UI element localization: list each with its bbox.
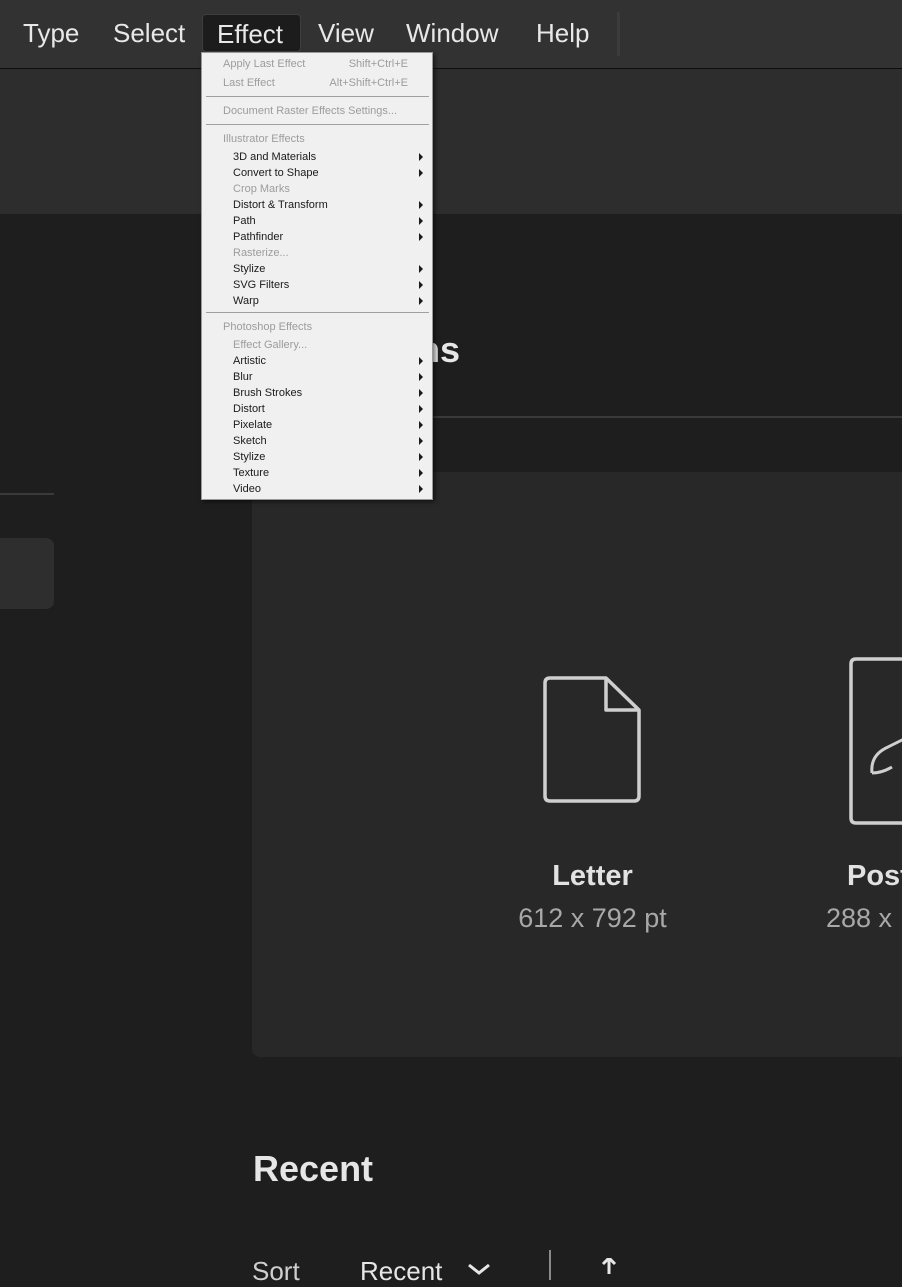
menu-item-stylize-photoshop[interactable]: Stylize xyxy=(202,449,432,465)
menu-item-label: Brush Strokes xyxy=(233,387,303,399)
menu-item-svg-filters[interactable]: SVG Filters xyxy=(202,277,432,293)
submenu-arrow-icon xyxy=(419,453,423,461)
menu-separator xyxy=(206,312,429,313)
menu-header-label: Photoshop Effects xyxy=(223,321,313,333)
menu-item-label: Texture xyxy=(233,467,270,479)
submenu-arrow-icon xyxy=(419,217,423,225)
postcard-brush-icon xyxy=(849,657,902,825)
submenu-arrow-icon xyxy=(419,389,423,397)
menubar-divider xyxy=(617,12,620,56)
menu-item-label: Pathfinder xyxy=(233,231,284,243)
sort-label: Sort xyxy=(252,1256,300,1286)
menu-item-label: Crop Marks xyxy=(233,183,290,195)
menu-item-label: Video xyxy=(233,483,261,495)
preset-letter-name: Letter xyxy=(552,860,633,892)
menu-item-label: Convert to Shape xyxy=(233,167,319,179)
sort-divider xyxy=(549,1250,551,1280)
menu-item-distort-transform[interactable]: Distort & Transform xyxy=(202,197,432,213)
submenu-arrow-icon xyxy=(419,201,423,209)
sort-direction-icon[interactable] xyxy=(600,1258,618,1274)
menu-item-warp[interactable]: Warp xyxy=(202,293,432,309)
menu-item-distort[interactable]: Distort xyxy=(202,401,432,417)
menu-item-label: Stylize xyxy=(233,263,266,275)
preset-postcard-card[interactable]: Post 288 x xyxy=(820,655,902,945)
preset-letter-size: 612 x 792 pt xyxy=(518,903,667,933)
document-icon xyxy=(543,676,641,803)
menu-window[interactable]: Window xyxy=(406,14,498,52)
effect-menu-dropdown: Apply Last Effect Shift+Ctrl+E Last Effe… xyxy=(201,52,433,500)
menu-item-label: Rasterize... xyxy=(233,247,289,259)
preset-postcard-name: Post xyxy=(847,860,902,892)
menu-item-shortcut: Alt+Shift+Ctrl+E xyxy=(329,77,408,89)
menu-item-texture[interactable]: Texture xyxy=(202,465,432,481)
submenu-arrow-icon xyxy=(419,153,423,161)
menu-item-label: Distort & Transform xyxy=(233,199,328,211)
submenu-arrow-icon xyxy=(419,281,423,289)
recent-title: Recent xyxy=(253,1148,374,1189)
menu-item-blur[interactable]: Blur xyxy=(202,369,432,385)
menu-separator xyxy=(206,124,429,125)
menu-select[interactable]: Select xyxy=(113,14,185,52)
submenu-arrow-icon xyxy=(419,405,423,413)
menu-item-stylize[interactable]: Stylize xyxy=(202,261,432,277)
menu-header-illustrator-effects: Illustrator Effects xyxy=(202,131,432,147)
menu-item-label: Path xyxy=(233,215,256,227)
submenu-arrow-icon xyxy=(419,233,423,241)
menu-item-label: Artistic xyxy=(233,355,266,367)
menu-item-label: Stylize xyxy=(233,451,266,463)
menu-item-3d-and-materials[interactable]: 3D and Materials xyxy=(202,149,432,165)
menu-item-pixelate[interactable]: Pixelate xyxy=(202,417,432,433)
menu-item-shortcut: Shift+Ctrl+E xyxy=(348,58,408,70)
menu-item-label: Blur xyxy=(233,371,253,383)
menu-item-brush-strokes[interactable]: Brush Strokes xyxy=(202,385,432,401)
menu-item-label: Last Effect xyxy=(223,77,275,89)
menu-item-apply-last-effect: Apply Last Effect Shift+Ctrl+E xyxy=(202,56,432,72)
menu-item-label: Warp xyxy=(233,295,259,307)
menu-header-label: Illustrator Effects xyxy=(223,133,305,145)
menu-item-label: Distort xyxy=(233,403,265,415)
sidebar-item[interactable] xyxy=(0,538,54,609)
menu-item-crop-marks: Crop Marks xyxy=(202,181,432,197)
menu-help[interactable]: Help xyxy=(536,14,589,52)
submenu-arrow-icon xyxy=(419,169,423,177)
preset-letter-card[interactable]: Letter 612 x 792 pt xyxy=(500,660,685,950)
menu-item-video[interactable]: Video xyxy=(202,481,432,497)
menu-item-document-raster-settings: Document Raster Effects Settings... xyxy=(202,103,432,119)
sort-dropdown[interactable]: Recent xyxy=(360,1256,442,1287)
menu-item-convert-to-shape[interactable]: Convert to Shape xyxy=(202,165,432,181)
menu-item-label: Document Raster Effects Settings... xyxy=(223,105,398,117)
menu-item-sketch[interactable]: Sketch xyxy=(202,433,432,449)
menu-item-pathfinder[interactable]: Pathfinder xyxy=(202,229,432,245)
menu-item-label: Effect Gallery... xyxy=(233,339,308,351)
menu-item-label: Apply Last Effect xyxy=(223,58,306,70)
menu-item-label: 3D and Materials xyxy=(233,151,317,163)
menu-item-artistic[interactable]: Artistic xyxy=(202,353,432,369)
submenu-arrow-icon xyxy=(419,485,423,493)
submenu-arrow-icon xyxy=(419,265,423,273)
menu-header-photoshop-effects: Photoshop Effects xyxy=(202,319,432,335)
menu-separator xyxy=(206,96,429,97)
menu-item-last-effect: Last Effect Alt+Shift+Ctrl+E xyxy=(202,75,432,91)
sidebar-divider xyxy=(0,493,54,495)
menu-item-label: SVG Filters xyxy=(233,279,290,291)
menu-effect[interactable]: Effect xyxy=(202,14,301,52)
submenu-arrow-icon xyxy=(419,437,423,445)
menu-item-rasterize: Rasterize... xyxy=(202,245,432,261)
toolbar-area xyxy=(0,69,902,214)
menu-view[interactable]: View xyxy=(318,14,374,52)
menu-item-effect-gallery: Effect Gallery... xyxy=(202,337,432,353)
submenu-arrow-icon xyxy=(419,357,423,365)
menu-item-label: Pixelate xyxy=(233,419,273,431)
submenu-arrow-icon xyxy=(419,469,423,477)
submenu-arrow-icon xyxy=(419,373,423,381)
menu-bar: Type Select Effect View Window Help xyxy=(0,0,902,69)
submenu-arrow-icon xyxy=(419,421,423,429)
submenu-arrow-icon xyxy=(419,297,423,305)
menu-item-path[interactable]: Path xyxy=(202,213,432,229)
menu-item-label: Sketch xyxy=(233,435,267,447)
menu-type[interactable]: Type xyxy=(23,14,79,52)
preset-postcard-size: 288 x xyxy=(826,903,893,933)
